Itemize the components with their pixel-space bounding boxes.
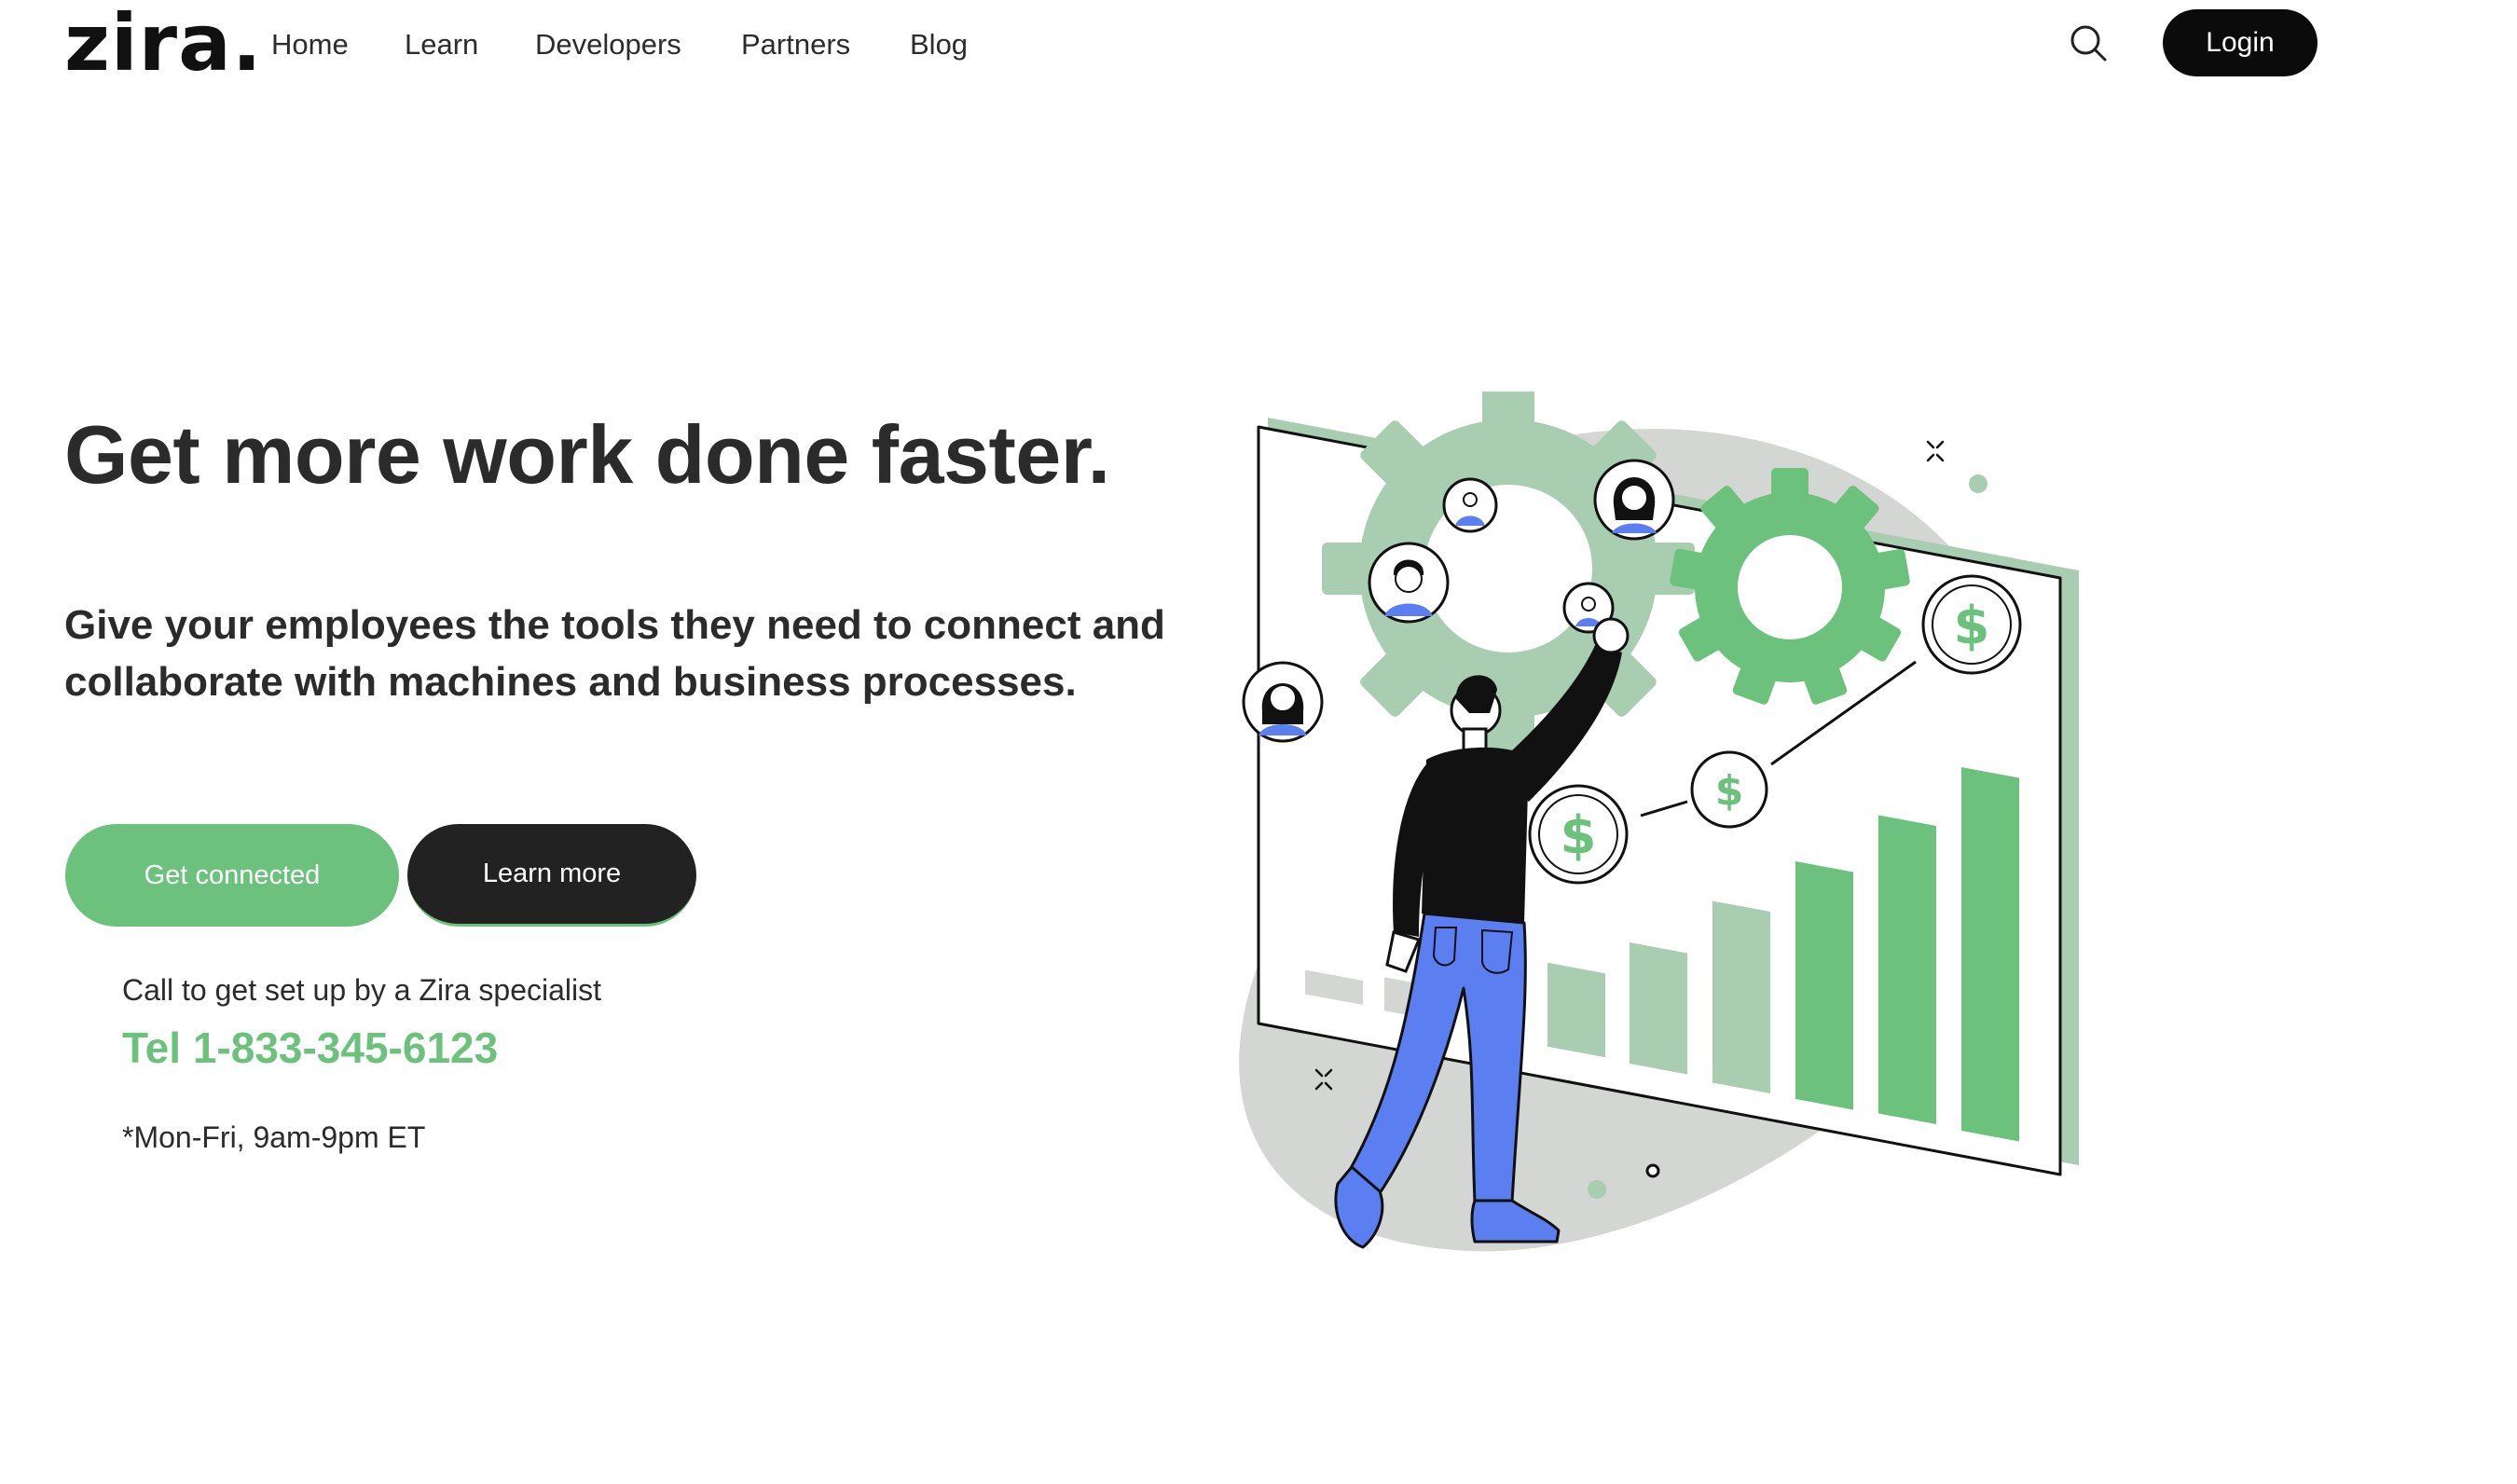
avatar-icon <box>1242 661 1324 743</box>
dot-icon <box>1588 1180 1606 1199</box>
svg-text:$: $ <box>1954 596 1990 656</box>
hero-subtitle: Give your employees the tools they need … <box>64 602 1165 705</box>
dollar-coin-icon: $ <box>1690 750 1768 829</box>
chart-bar <box>1878 815 1936 1125</box>
chart-bar <box>1961 767 2019 1142</box>
nav-partners[interactable]: Partners <box>741 26 850 63</box>
svg-text:$: $ <box>1715 767 1744 815</box>
nav-blog[interactable]: Blog <box>910 26 968 63</box>
phone-link[interactable]: Tel 1-833-345-6123 <box>122 1023 498 1073</box>
avatar-icon <box>1593 459 1675 541</box>
sparkle-icon <box>1926 440 1945 462</box>
dot-icon <box>1645 1163 1660 1178</box>
avatar-icon <box>1442 477 1498 533</box>
dot-icon <box>1969 474 1987 493</box>
chart-bar <box>1795 861 1853 1110</box>
dollar-coin-icon: $ <box>1921 574 2022 675</box>
chart-bar <box>1712 900 1770 1094</box>
hero-illustration: $ $ $ <box>1212 382 2107 1268</box>
search-icon[interactable] <box>2068 22 2109 63</box>
hero-title: Get more work done faster. <box>64 408 1110 501</box>
chart-bar <box>1630 942 1687 1075</box>
get-connected-button[interactable]: Get connected <box>65 824 399 927</box>
dollar-coin-icon: $ <box>1528 784 1629 885</box>
zira-logo[interactable]: zira. <box>64 4 263 82</box>
nav-home[interactable]: Home <box>271 26 349 63</box>
login-button[interactable]: Login <box>2163 9 2318 76</box>
business-hours: *Mon-Fri, 9am-9pm ET <box>122 1120 426 1154</box>
nav-learn[interactable]: Learn <box>405 26 478 63</box>
nav-developers[interactable]: Developers <box>535 26 681 63</box>
call-specialist-text: Call to get set up by a Zira specialist <box>122 973 602 1007</box>
svg-text:$: $ <box>1561 805 1597 866</box>
chart-bar <box>1547 962 1605 1058</box>
learn-more-button[interactable]: Learn more <box>407 824 696 927</box>
man-with-gears-and-growth-chart-illustration: $ $ $ <box>1239 382 2079 1252</box>
page: zira. Home Learn Developers Partners Blo… <box>0 0 2517 1484</box>
avatar-icon <box>1368 542 1450 624</box>
